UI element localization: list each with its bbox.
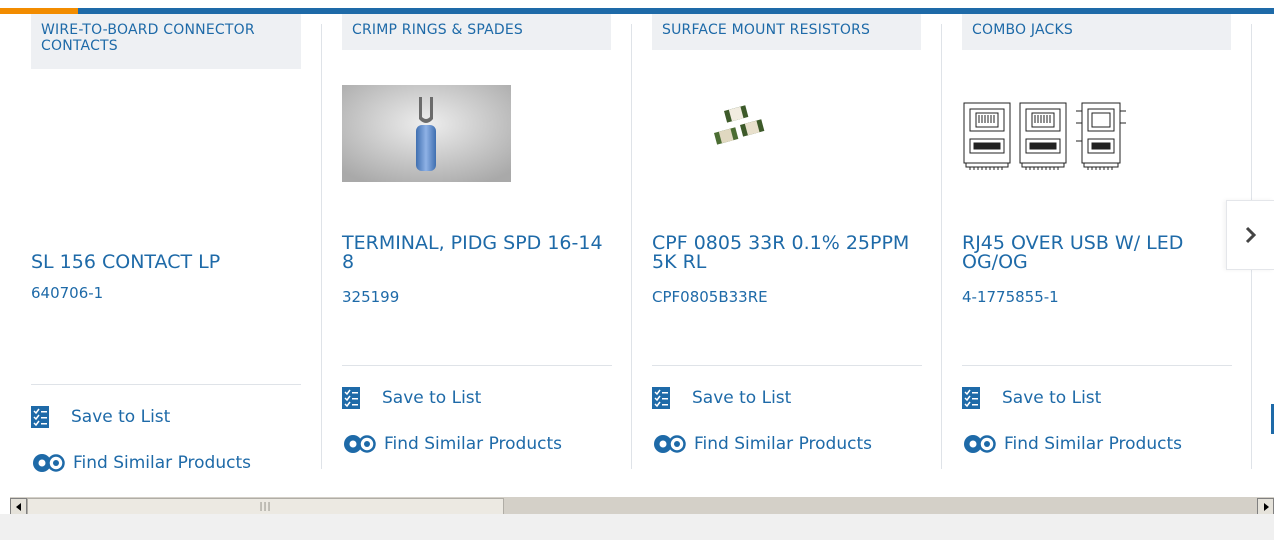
- horizontal-scrollbar[interactable]: |||: [10, 497, 1274, 515]
- save-to-list-label: Save to List: [692, 388, 792, 408]
- card-divider: [31, 384, 301, 385]
- part-number[interactable]: CPF0805B33RE: [652, 288, 768, 306]
- save-to-list-label: Save to List: [71, 407, 171, 427]
- save-to-list-label: Save to List: [382, 388, 482, 408]
- category-label[interactable]: WIRE-TO-BOARD CONNECTOR CONTACTS: [31, 14, 301, 69]
- smd-resistor-image[interactable]: [652, 99, 782, 169]
- top-accent-bar: [0, 0, 1274, 14]
- part-number[interactable]: 640706-1: [31, 284, 103, 302]
- find-similar-button[interactable]: Find Similar Products: [652, 432, 872, 456]
- scrollbar-thumb[interactable]: |||: [27, 498, 504, 515]
- category-label[interactable]: SURFACE MOUNT RESISTORS: [652, 14, 921, 50]
- save-to-list-label: Save to List: [1002, 388, 1102, 408]
- product-title[interactable]: TERMINAL, PIDG SPD 16-14 8: [342, 234, 617, 272]
- product-card: COMBO JACKS RJ45 OVER USB W/ LED OG/OG 4…: [962, 14, 1262, 469]
- find-similar-label: Find Similar Products: [1004, 434, 1182, 454]
- product-title[interactable]: RJ45 OVER USB W/ LED OG/OG: [962, 234, 1237, 272]
- product-title[interactable]: SL 156 CONTACT LP: [31, 253, 306, 272]
- find-similar-button[interactable]: Find Similar Products: [962, 432, 1182, 456]
- category-label[interactable]: CRIMP RINGS & SPADES: [342, 14, 611, 50]
- product-carousel: WIRE-TO-BOARD CONNECTOR CONTACTS SL 156 …: [0, 14, 1274, 484]
- product-title[interactable]: CPF 0805 33R 0.1% 25PPM 5K RL: [652, 234, 927, 272]
- save-to-list-button[interactable]: Save to List: [31, 406, 170, 428]
- save-to-list-button[interactable]: Save to List: [652, 387, 791, 409]
- page-bottom-area: [0, 514, 1274, 540]
- rj45-usb-jack-image[interactable]: [962, 101, 1142, 181]
- gears-icon: [33, 454, 65, 472]
- gears-icon: [964, 435, 996, 453]
- part-number[interactable]: 325199: [342, 288, 399, 306]
- card-separator: [321, 24, 322, 469]
- checklist-icon: [652, 387, 670, 409]
- find-similar-label: Find Similar Products: [384, 434, 562, 454]
- triangle-right-icon: [1263, 502, 1269, 511]
- chevron-right-icon: [1245, 226, 1256, 244]
- gears-icon: [654, 435, 686, 453]
- scrollbar-grip-icon: |||: [259, 501, 272, 512]
- part-number[interactable]: 4-1775855-1: [962, 288, 1059, 306]
- card-separator: [941, 24, 942, 469]
- find-similar-button[interactable]: Find Similar Products: [342, 432, 562, 456]
- save-to-list-button[interactable]: Save to List: [962, 387, 1101, 409]
- checklist-icon: [342, 387, 360, 409]
- card-divider: [652, 365, 922, 366]
- card-divider: [962, 365, 1232, 366]
- find-similar-label: Find Similar Products: [694, 434, 872, 454]
- carousel-next-button[interactable]: [1226, 200, 1274, 270]
- find-similar-button[interactable]: Find Similar Products: [31, 451, 251, 475]
- card-divider: [342, 365, 612, 366]
- scroll-right-button[interactable]: [1257, 498, 1274, 515]
- card-separator: [631, 24, 632, 469]
- product-card: WIRE-TO-BOARD CONNECTOR CONTACTS SL 156 …: [31, 14, 331, 473]
- spade-terminal-image[interactable]: [342, 85, 511, 182]
- checklist-icon: [31, 406, 49, 428]
- checklist-icon: [962, 387, 980, 409]
- scroll-left-button[interactable]: [10, 498, 27, 515]
- product-card: SURFACE MOUNT RESISTORS CPF 0805 33R 0.1…: [652, 14, 952, 469]
- product-card: CRIMP RINGS & SPADES TERMINAL, PIDG SPD …: [342, 14, 642, 469]
- find-similar-label: Find Similar Products: [73, 453, 251, 473]
- gears-icon: [344, 435, 376, 453]
- triangle-left-icon: [15, 502, 21, 511]
- category-label[interactable]: COMBO JACKS: [962, 14, 1231, 50]
- save-to-list-button[interactable]: Save to List: [342, 387, 481, 409]
